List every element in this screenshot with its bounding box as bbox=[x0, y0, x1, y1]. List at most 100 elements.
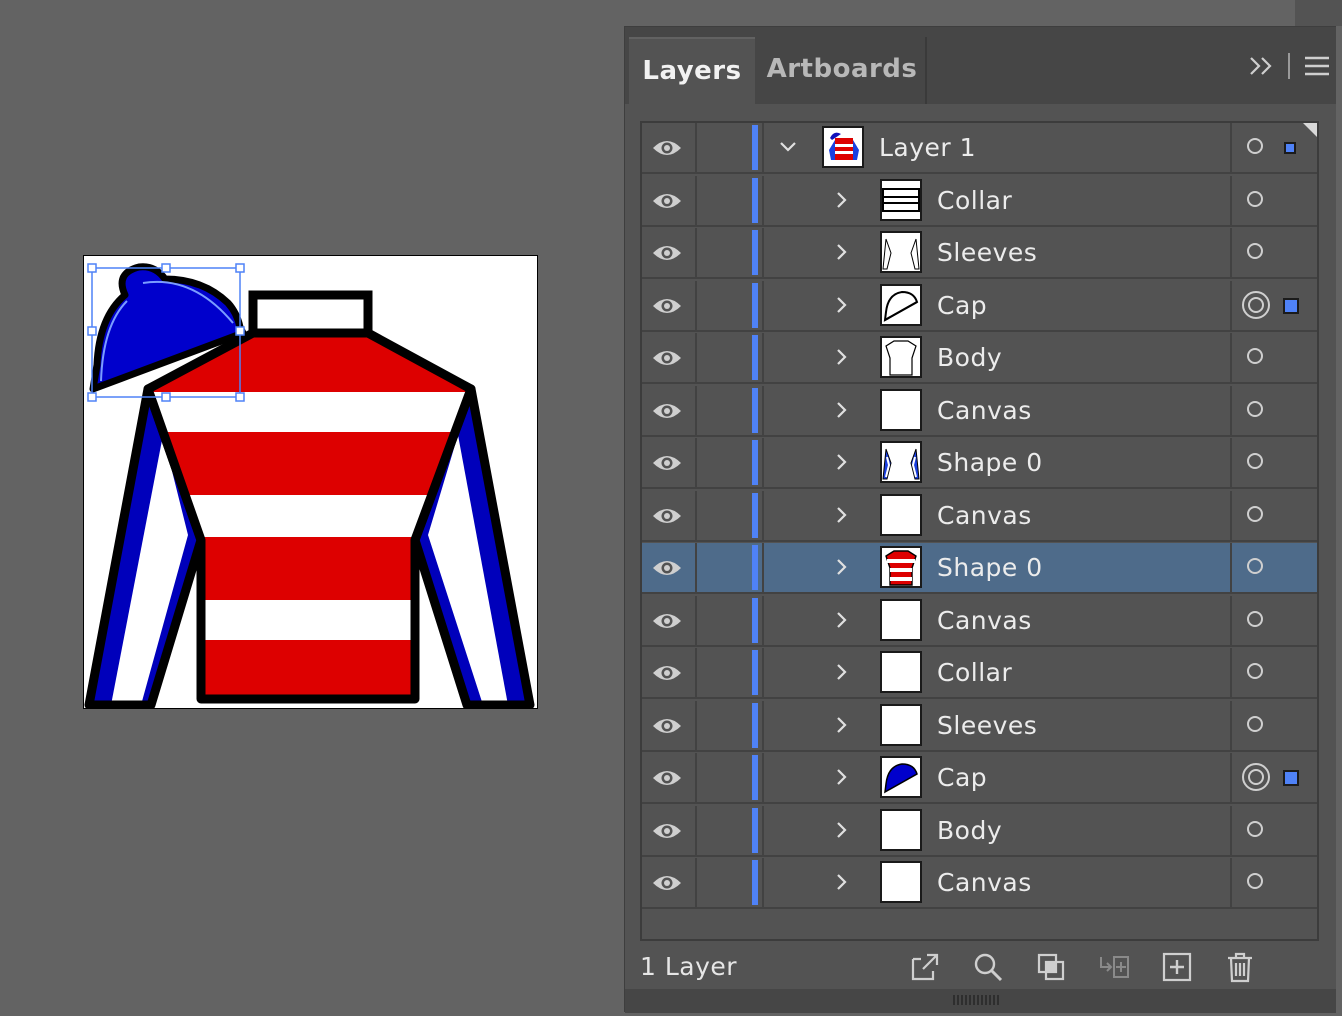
layer-row[interactable]: Cap bbox=[642, 753, 1317, 804]
visibility-eye-icon[interactable] bbox=[652, 505, 682, 527]
target-circle-icon[interactable] bbox=[1247, 191, 1263, 207]
lock-toggle[interactable] bbox=[697, 123, 751, 172]
visibility-eye-icon[interactable] bbox=[652, 715, 682, 737]
lock-toggle[interactable] bbox=[697, 491, 751, 540]
layer-name[interactable]: Cap bbox=[937, 281, 987, 331]
target-circle-icon[interactable] bbox=[1247, 243, 1263, 259]
export-icon[interactable] bbox=[909, 951, 941, 983]
lock-toggle[interactable] bbox=[697, 858, 751, 907]
visibility-eye-icon[interactable] bbox=[652, 767, 682, 789]
lock-toggle[interactable] bbox=[697, 806, 751, 855]
visibility-eye-icon[interactable] bbox=[652, 295, 682, 317]
layer-row[interactable]: Cap bbox=[642, 281, 1317, 332]
target-circle-icon[interactable] bbox=[1247, 401, 1263, 417]
target-circle-icon[interactable] bbox=[1247, 558, 1263, 574]
layer-name[interactable]: Collar bbox=[937, 176, 1012, 226]
target-circle-icon[interactable] bbox=[1247, 716, 1263, 732]
layer-row[interactable]: Canvas bbox=[642, 491, 1317, 542]
search-icon[interactable] bbox=[972, 951, 1004, 983]
artwork-canvas[interactable] bbox=[83, 255, 538, 709]
chevron-right-icon[interactable] bbox=[832, 820, 852, 840]
chevron-right-icon[interactable] bbox=[832, 452, 852, 472]
target-circle-icon[interactable] bbox=[1242, 763, 1270, 791]
visibility-eye-icon[interactable] bbox=[652, 452, 682, 474]
chevron-down-icon[interactable] bbox=[778, 137, 798, 157]
layer-name[interactable]: Layer 1 bbox=[879, 123, 976, 173]
layer-name[interactable]: Collar bbox=[937, 648, 1012, 698]
hamburger-menu-icon[interactable] bbox=[1304, 55, 1330, 77]
visibility-eye-icon[interactable] bbox=[652, 557, 682, 579]
chevron-right-icon[interactable] bbox=[832, 767, 852, 787]
chevron-right-icon[interactable] bbox=[832, 190, 852, 210]
lock-toggle[interactable] bbox=[697, 386, 751, 435]
layer-row[interactable]: Canvas bbox=[642, 858, 1317, 909]
layer-name[interactable]: Canvas bbox=[937, 596, 1032, 646]
layer-row[interactable]: Shape 0 bbox=[642, 543, 1317, 594]
layer-row[interactable]: Canvas bbox=[642, 386, 1317, 437]
lock-toggle[interactable] bbox=[697, 333, 751, 382]
layer-row[interactable]: Layer 1 bbox=[642, 123, 1317, 174]
target-circle-icon[interactable] bbox=[1247, 506, 1263, 522]
layer-row[interactable]: Body bbox=[642, 333, 1317, 384]
layer-name[interactable]: Sleeves bbox=[937, 701, 1037, 751]
collar[interactable] bbox=[248, 290, 373, 338]
target-circle-icon[interactable] bbox=[1242, 291, 1270, 319]
chevron-right-icon[interactable] bbox=[832, 242, 852, 262]
target-circle-icon[interactable] bbox=[1247, 821, 1263, 837]
selection-indicator[interactable] bbox=[1284, 142, 1296, 154]
tab-layers[interactable]: Layers bbox=[629, 37, 755, 104]
new-layer-icon[interactable] bbox=[1161, 951, 1193, 983]
visibility-eye-icon[interactable] bbox=[652, 610, 682, 632]
layer-row[interactable]: Canvas bbox=[642, 596, 1317, 647]
tab-artboards[interactable]: Artboards bbox=[759, 37, 927, 104]
chevron-right-icon[interactable] bbox=[832, 872, 852, 892]
chevron-right-icon[interactable] bbox=[832, 557, 852, 577]
visibility-eye-icon[interactable] bbox=[652, 190, 682, 212]
visibility-eye-icon[interactable] bbox=[652, 242, 682, 264]
chevron-right-icon[interactable] bbox=[832, 715, 852, 735]
target-circle-icon[interactable] bbox=[1247, 873, 1263, 889]
chevron-right-icon[interactable] bbox=[832, 295, 852, 315]
lock-toggle[interactable] bbox=[697, 596, 751, 645]
chevron-right-icon[interactable] bbox=[832, 505, 852, 525]
move-to-layer-icon[interactable] bbox=[1098, 951, 1130, 983]
layer-row[interactable]: Collar bbox=[642, 648, 1317, 699]
target-circle-icon[interactable] bbox=[1247, 611, 1263, 627]
layer-name[interactable]: Sleeves bbox=[937, 228, 1037, 278]
visibility-eye-icon[interactable] bbox=[652, 662, 682, 684]
lock-toggle[interactable] bbox=[697, 228, 751, 277]
visibility-eye-icon[interactable] bbox=[652, 872, 682, 894]
visibility-eye-icon[interactable] bbox=[652, 347, 682, 369]
layer-row[interactable]: Body bbox=[642, 806, 1317, 857]
double-chevron-icon[interactable] bbox=[1248, 55, 1274, 77]
target-circle-icon[interactable] bbox=[1247, 348, 1263, 364]
visibility-eye-icon[interactable] bbox=[652, 400, 682, 422]
target-circle-icon[interactable] bbox=[1247, 138, 1263, 154]
lock-toggle[interactable] bbox=[697, 438, 751, 487]
lock-toggle[interactable] bbox=[697, 176, 751, 225]
layer-name[interactable]: Body bbox=[937, 333, 1002, 383]
target-circle-icon[interactable] bbox=[1247, 663, 1263, 679]
lock-toggle[interactable] bbox=[697, 701, 751, 750]
resize-grip[interactable] bbox=[953, 995, 1001, 1005]
lock-toggle[interactable] bbox=[697, 648, 751, 697]
target-circle-icon[interactable] bbox=[1247, 453, 1263, 469]
layer-row[interactable]: Collar bbox=[642, 176, 1317, 227]
chevron-right-icon[interactable] bbox=[832, 347, 852, 367]
layer-row[interactable]: Sleeves bbox=[642, 701, 1317, 752]
visibility-eye-icon[interactable] bbox=[652, 820, 682, 842]
chevron-right-icon[interactable] bbox=[832, 400, 852, 420]
layer-name[interactable]: Shape 0 bbox=[937, 438, 1043, 488]
layer-name[interactable]: Body bbox=[937, 806, 1002, 856]
layer-row[interactable]: Shape 0 bbox=[642, 438, 1317, 489]
chevron-right-icon[interactable] bbox=[832, 610, 852, 630]
lock-toggle[interactable] bbox=[697, 281, 751, 330]
layer-name[interactable]: Shape 0 bbox=[937, 543, 1043, 593]
layer-name[interactable]: Cap bbox=[937, 753, 987, 803]
lock-toggle[interactable] bbox=[697, 753, 751, 802]
selection-indicator[interactable] bbox=[1283, 770, 1299, 786]
layer-name[interactable]: Canvas bbox=[937, 858, 1032, 908]
lock-toggle[interactable] bbox=[697, 543, 751, 592]
layer-row[interactable]: Sleeves bbox=[642, 228, 1317, 279]
visibility-eye-icon[interactable] bbox=[652, 137, 682, 159]
